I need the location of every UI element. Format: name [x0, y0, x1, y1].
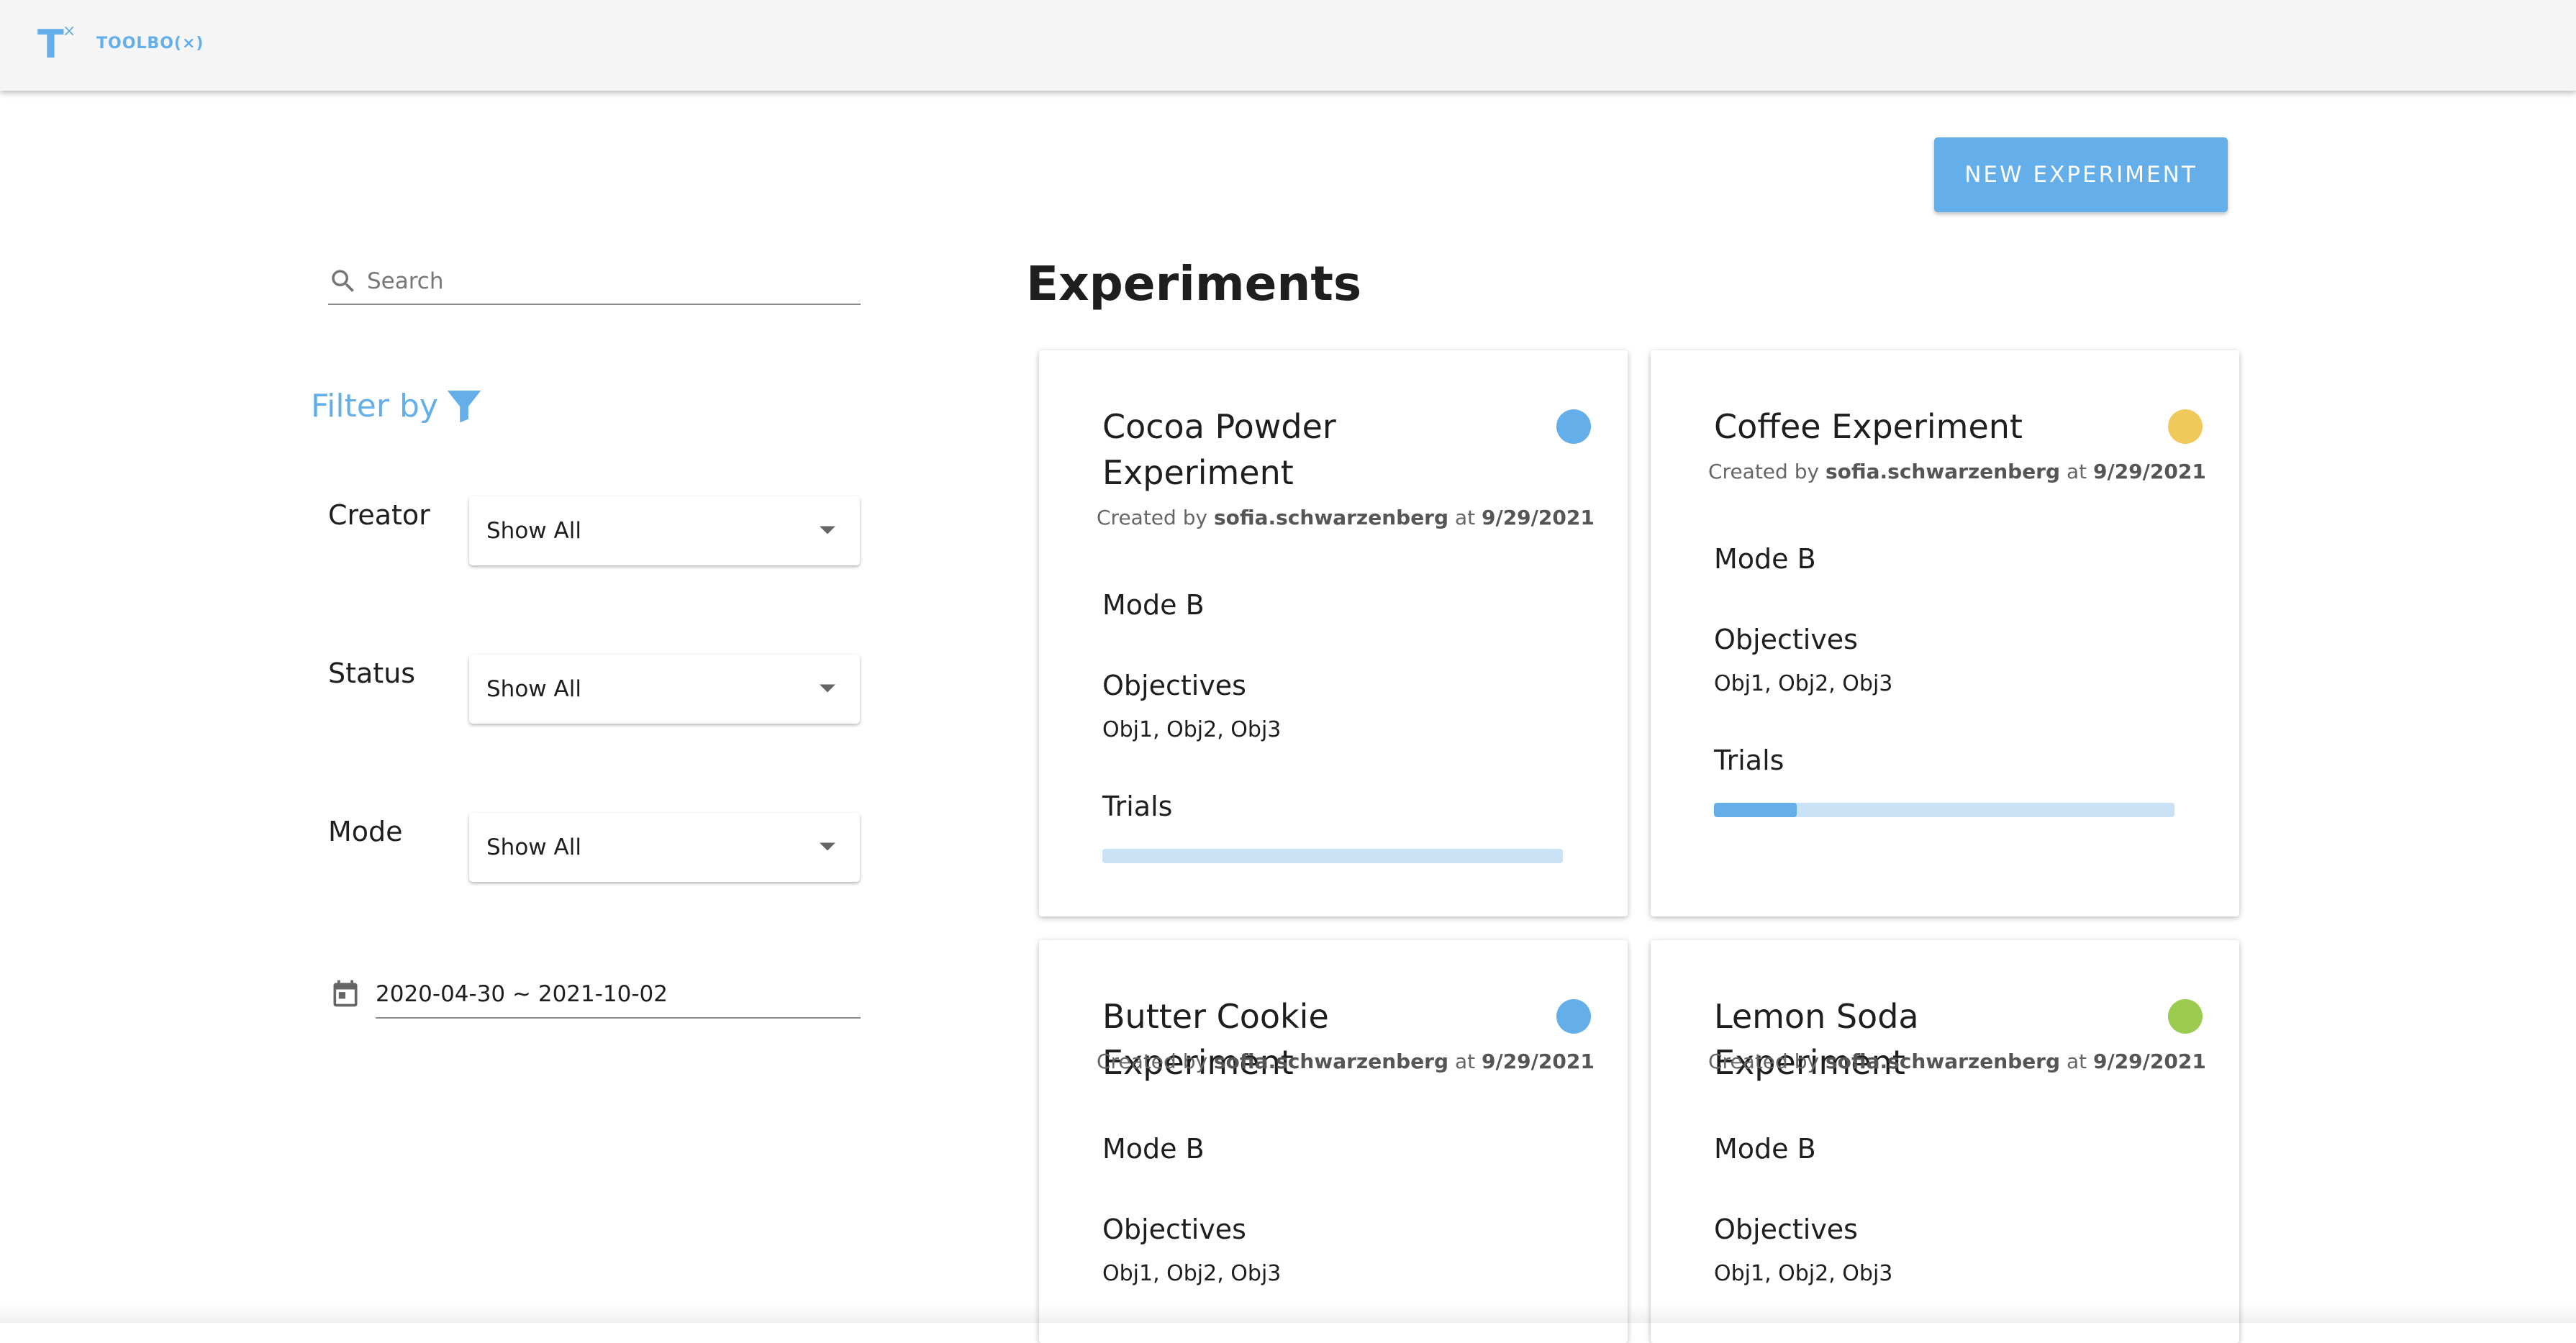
- logo-letter: T: [37, 22, 64, 67]
- experiment-card[interactable]: Butter Cookie Experiment Created by sofi…: [1039, 940, 1628, 1343]
- card-created-info: Created by sofia.schwarzenberg at 9/29/2…: [1708, 1050, 2206, 1073]
- date-range-value: 2020-04-30 ~ 2021-10-02: [376, 981, 668, 1007]
- card-objectives-label: Objectives: [1714, 624, 1858, 655]
- calendar-icon[interactable]: [330, 977, 361, 1010]
- card-date: 9/29/2021: [1481, 1050, 1595, 1073]
- filter-heading-label: Filter by: [311, 387, 438, 424]
- card-objectives-label: Objectives: [1714, 1214, 1858, 1245]
- status-dot: [2168, 999, 2203, 1034]
- card-objectives: Obj1, Obj2, Obj3: [1102, 717, 1282, 742]
- app-name[interactable]: TOOLBO(×): [96, 35, 204, 53]
- trials-progress-fill: [1714, 803, 1797, 817]
- search-input[interactable]: [367, 265, 842, 298]
- page-title: Experiments: [1026, 256, 1362, 311]
- filter-funnel-icon: [447, 391, 481, 423]
- creator-select[interactable]: Show All: [469, 496, 860, 565]
- mode-select[interactable]: Show All: [469, 813, 860, 882]
- card-objectives: Obj1, Obj2, Obj3: [1714, 671, 1893, 696]
- experiment-card[interactable]: Cocoa Powder Experiment Created by sofia…: [1039, 350, 1628, 916]
- card-date: 9/29/2021: [1481, 506, 1595, 529]
- dropdown-arrow-icon: [820, 526, 835, 534]
- card-creator: sofia.schwarzenberg: [1825, 1050, 2061, 1073]
- status-dot: [1556, 999, 1591, 1034]
- card-creator: sofia.schwarzenberg: [1825, 460, 2061, 483]
- logo-superscript: ×: [63, 22, 76, 40]
- bottom-scroll-shadow: [0, 1303, 2576, 1323]
- search-icon: [332, 270, 354, 292]
- creator-select-value: Show All: [486, 518, 581, 544]
- status-select[interactable]: Show All: [469, 655, 860, 724]
- experiment-card[interactable]: Lemon Soda Experiment Created by sofia.s…: [1651, 940, 2239, 1343]
- card-created-info: Created by sofia.schwarzenberg at 9/29/2…: [1097, 506, 1595, 529]
- status-select-value: Show All: [486, 676, 581, 702]
- card-mode: Mode B: [1714, 1133, 1816, 1165]
- card-title: Cocoa Powder Experiment: [1102, 407, 1336, 492]
- card-objectives: Obj1, Obj2, Obj3: [1102, 1261, 1282, 1286]
- card-objectives-label: Objectives: [1102, 670, 1246, 701]
- mode-filter-label: Mode: [328, 816, 403, 847]
- card-trials-label: Trials: [1714, 745, 1784, 776]
- card-date: 9/29/2021: [2092, 460, 2206, 483]
- trials-progress-bar: [1714, 803, 2174, 817]
- date-range-input[interactable]: 2020-04-30 ~ 2021-10-02: [376, 971, 861, 1019]
- filter-heading: Filter by: [311, 383, 484, 429]
- status-filter-label: Status: [328, 657, 416, 689]
- card-creator: sofia.schwarzenberg: [1213, 1050, 1449, 1073]
- new-experiment-button[interactable]: NEW EXPERIMENT: [1934, 137, 2228, 212]
- card-mode: Mode B: [1102, 589, 1205, 621]
- dropdown-arrow-icon: [820, 842, 835, 851]
- card-trials-label: Trials: [1102, 791, 1173, 822]
- experiment-card[interactable]: Coffee Experiment Created by sofia.schwa…: [1651, 350, 2239, 916]
- card-creator: sofia.schwarzenberg: [1213, 506, 1449, 529]
- card-created-info: Created by sofia.schwarzenberg at 9/29/2…: [1097, 1050, 1595, 1073]
- card-mode: Mode B: [1102, 1133, 1205, 1165]
- card-date: 9/29/2021: [2092, 1050, 2206, 1073]
- card-objectives: Obj1, Obj2, Obj3: [1714, 1261, 1893, 1286]
- status-dot: [2168, 409, 2203, 444]
- status-dot: [1556, 409, 1591, 444]
- mode-select-value: Show All: [486, 834, 581, 860]
- top-app-bar: T × TOOLBO(×): [0, 0, 2576, 91]
- app-logo[interactable]: T ×: [37, 22, 81, 67]
- dropdown-arrow-icon: [820, 684, 835, 693]
- creator-filter-label: Creator: [328, 499, 430, 531]
- trials-progress-bar: [1102, 849, 1563, 863]
- card-mode: Mode B: [1714, 543, 1816, 575]
- card-objectives-label: Objectives: [1102, 1214, 1246, 1245]
- card-title: Coffee Experiment: [1714, 407, 2023, 446]
- card-created-info: Created by sofia.schwarzenberg at 9/29/2…: [1708, 460, 2206, 483]
- search-field: [328, 259, 861, 305]
- date-range-picker[interactable]: 2020-04-30 ~ 2021-10-02: [328, 971, 861, 1019]
